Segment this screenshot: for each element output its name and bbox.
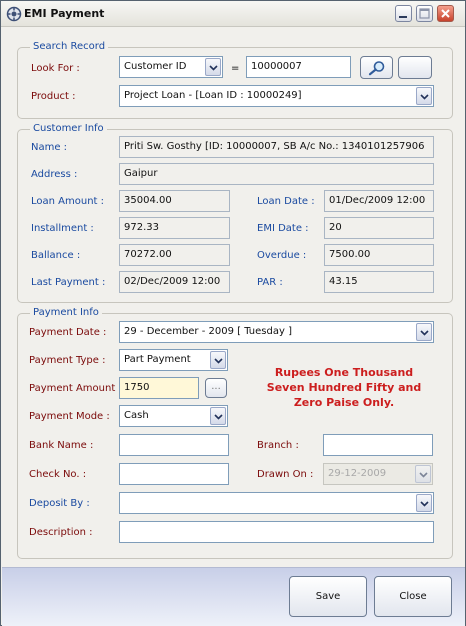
check-no-input[interactable] — [119, 463, 229, 485]
amount-in-words: Rupees One Thousand Seven Hundred Fifty … — [266, 366, 422, 409]
branch-input[interactable] — [323, 434, 433, 456]
payment-mode-select[interactable]: Cash — [119, 405, 228, 427]
maximize-icon — [419, 8, 430, 19]
equals-sign: = — [231, 63, 240, 74]
name-label: Name : — [31, 142, 68, 153]
installment-label: Installment : — [31, 223, 94, 234]
par-field: 43.15 — [324, 271, 434, 293]
payment-date-label: Payment Date : — [29, 327, 107, 338]
loan-amount-field: 35004.00 — [119, 190, 230, 212]
payment-type-dropdown-button[interactable] — [210, 351, 226, 369]
chevron-down-icon — [420, 501, 429, 507]
bank-name-label: Bank Name : — [29, 440, 94, 451]
search-extra-button[interactable] — [398, 56, 432, 79]
form-body: Search Record Look For : Customer ID = 1… — [9, 35, 456, 563]
address-field: Gaipur — [119, 163, 434, 185]
chevron-down-icon — [214, 358, 223, 364]
search-button[interactable] — [360, 56, 393, 79]
par-label: PAR : — [257, 277, 283, 288]
chevron-down-icon — [214, 414, 223, 420]
description-input[interactable] — [119, 521, 434, 543]
payment-info-title: Payment Info — [30, 307, 102, 319]
minimize-button[interactable] — [395, 5, 412, 22]
overdue-label: Overdue : — [257, 250, 307, 261]
title-bar[interactable]: EMI Payment — [1, 1, 465, 27]
chevron-down-icon — [209, 65, 218, 71]
chevron-down-icon — [420, 94, 429, 100]
search-input[interactable]: 10000007 — [246, 56, 351, 78]
search-record-title: Search Record — [30, 41, 109, 53]
overdue-field: 7500.00 — [324, 244, 434, 266]
deposit-by-select[interactable] — [119, 492, 434, 514]
address-label: Address : — [31, 169, 78, 180]
payment-date-picker[interactable]: 29 - December - 2009 [ Tuesday ] — [119, 321, 434, 343]
loan-date-field: 01/Dec/2009 12:00 — [324, 190, 434, 212]
loan-date-label: Loan Date : — [257, 196, 315, 207]
look-for-dropdown-button[interactable] — [205, 58, 221, 76]
chevron-down-icon — [419, 472, 428, 478]
check-no-label: Check No. : — [29, 469, 87, 480]
product-label: Product : — [31, 91, 76, 102]
product-dropdown-button[interactable] — [416, 87, 432, 105]
branch-label: Branch : — [257, 440, 299, 451]
payment-mode-dropdown-button[interactable] — [210, 407, 226, 425]
save-button[interactable]: Save — [289, 576, 367, 617]
name-field: Priti Sw. Gosthy [ID: 10000007, SB A/c N… — [119, 136, 434, 158]
payment-amount-label: Payment Amount : — [29, 383, 122, 394]
bank-name-input[interactable] — [119, 434, 229, 456]
balance-field: 70272.00 — [119, 244, 230, 266]
drawn-on-date-picker[interactable]: 29-12-2009 — [323, 463, 433, 485]
chevron-down-icon — [420, 330, 429, 336]
product-value: Project Loan - [Loan ID : 10000249] — [124, 90, 302, 101]
drawn-on-dropdown-button[interactable] — [415, 465, 431, 483]
last-payment-field: 02/Dec/2009 12:00 — [119, 271, 230, 293]
close-icon — [441, 9, 450, 18]
payment-mode-label: Payment Mode : — [29, 411, 110, 422]
look-for-select[interactable]: Customer ID — [119, 56, 223, 78]
payment-type-value: Part Payment — [124, 354, 191, 365]
payment-type-label: Payment Type : — [29, 355, 106, 366]
window-title: EMI Payment — [24, 7, 105, 20]
maximize-button[interactable] — [416, 5, 433, 22]
app-icon — [6, 6, 22, 22]
payment-amount-input[interactable]: 1750 — [119, 377, 199, 399]
payment-mode-value: Cash — [124, 410, 149, 421]
look-for-value: Customer ID — [124, 61, 187, 72]
payment-date-value: 29 - December - 2009 [ Tuesday ] — [124, 326, 292, 337]
deposit-by-dropdown-button[interactable] — [416, 494, 432, 512]
payment-date-dropdown-button[interactable] — [416, 323, 432, 341]
installment-field: 972.33 — [119, 217, 230, 239]
description-label: Description : — [29, 527, 93, 538]
close-button[interactable]: Close — [374, 576, 452, 617]
loan-amount-label: Loan Amount : — [31, 196, 105, 207]
product-select[interactable]: Project Loan - [Loan ID : 10000249] — [119, 85, 434, 107]
customer-info-title: Customer Info — [30, 123, 107, 135]
search-icon — [368, 61, 384, 76]
look-for-label: Look For : — [31, 63, 80, 74]
footer-bar: Save Close — [2, 567, 465, 626]
amount-words-button[interactable]: ... — [205, 378, 227, 398]
emi-date-field: 20 — [324, 217, 434, 239]
balance-label: Ballance : — [31, 250, 81, 261]
close-window-button[interactable] — [437, 5, 454, 22]
deposit-by-label: Deposit By : — [29, 498, 90, 509]
payment-type-select[interactable]: Part Payment — [119, 349, 228, 371]
last-payment-label: Last Payment : — [31, 277, 106, 288]
drawn-on-value: 29-12-2009 — [328, 468, 387, 479]
emi-payment-window: EMI Payment Search Record Look For : Cus… — [0, 0, 466, 626]
minimize-icon — [399, 16, 407, 18]
emi-date-label: EMI Date : — [257, 223, 309, 234]
drawn-on-label: Drawn On : — [257, 469, 314, 480]
